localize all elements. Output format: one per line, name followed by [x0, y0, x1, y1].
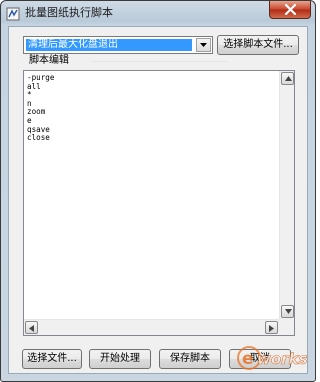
script-app-icon: [6, 6, 20, 21]
chevron-down-icon: [200, 43, 207, 47]
scrollbar-corner: [279, 319, 294, 335]
start-processing-button[interactable]: 开始处理: [89, 349, 151, 369]
scroll-down-button[interactable]: [281, 305, 294, 318]
batch-script-dialog: 批量图纸执行脚本 清理后最大化盘退出 选择脚本文件... 脚本编辑 -purge…: [0, 0, 316, 382]
script-text[interactable]: -purge all * n zoom e qsave close: [27, 73, 54, 143]
scroll-left-button[interactable]: [25, 321, 38, 334]
svg-text:works: works: [257, 350, 307, 368]
close-icon: [284, 4, 297, 15]
save-script-button[interactable]: 保存脚本: [159, 349, 221, 369]
select-files-button[interactable]: 选择文件...: [22, 349, 82, 369]
editor-group-label: 脚本编辑: [27, 54, 71, 68]
scroll-left-icon: [29, 325, 34, 332]
script-preset-select[interactable]: 清理后最大化盘退出: [23, 36, 213, 54]
scroll-up-icon: [285, 76, 292, 81]
scroll-down-icon: [285, 309, 292, 314]
script-editor[interactable]: -purge all * n zoom e qsave close: [23, 70, 295, 336]
script-line: close: [27, 133, 50, 143]
scroll-up-button[interactable]: [281, 72, 294, 85]
vertical-scrollbar[interactable]: [279, 71, 294, 319]
horizontal-scrollbar[interactable]: [24, 319, 279, 335]
scroll-right-icon: [269, 325, 274, 332]
svg-text:e: e: [242, 349, 254, 369]
dropdown-button[interactable]: [196, 38, 211, 52]
title-bar[interactable]: 批量图纸执行脚本: [1, 1, 315, 25]
eworks-watermark: e works: [237, 344, 308, 372]
scroll-right-button[interactable]: [265, 321, 278, 334]
dialog-client-area: 清理后最大化盘退出 选择脚本文件... 脚本编辑 -purge all * n …: [8, 26, 308, 374]
script-preset-value: 清理后最大化盘退出: [25, 38, 193, 52]
select-script-file-button[interactable]: 选择脚本文件...: [217, 35, 299, 55]
close-button[interactable]: [269, 1, 311, 19]
window-title: 批量图纸执行脚本: [25, 6, 113, 19]
